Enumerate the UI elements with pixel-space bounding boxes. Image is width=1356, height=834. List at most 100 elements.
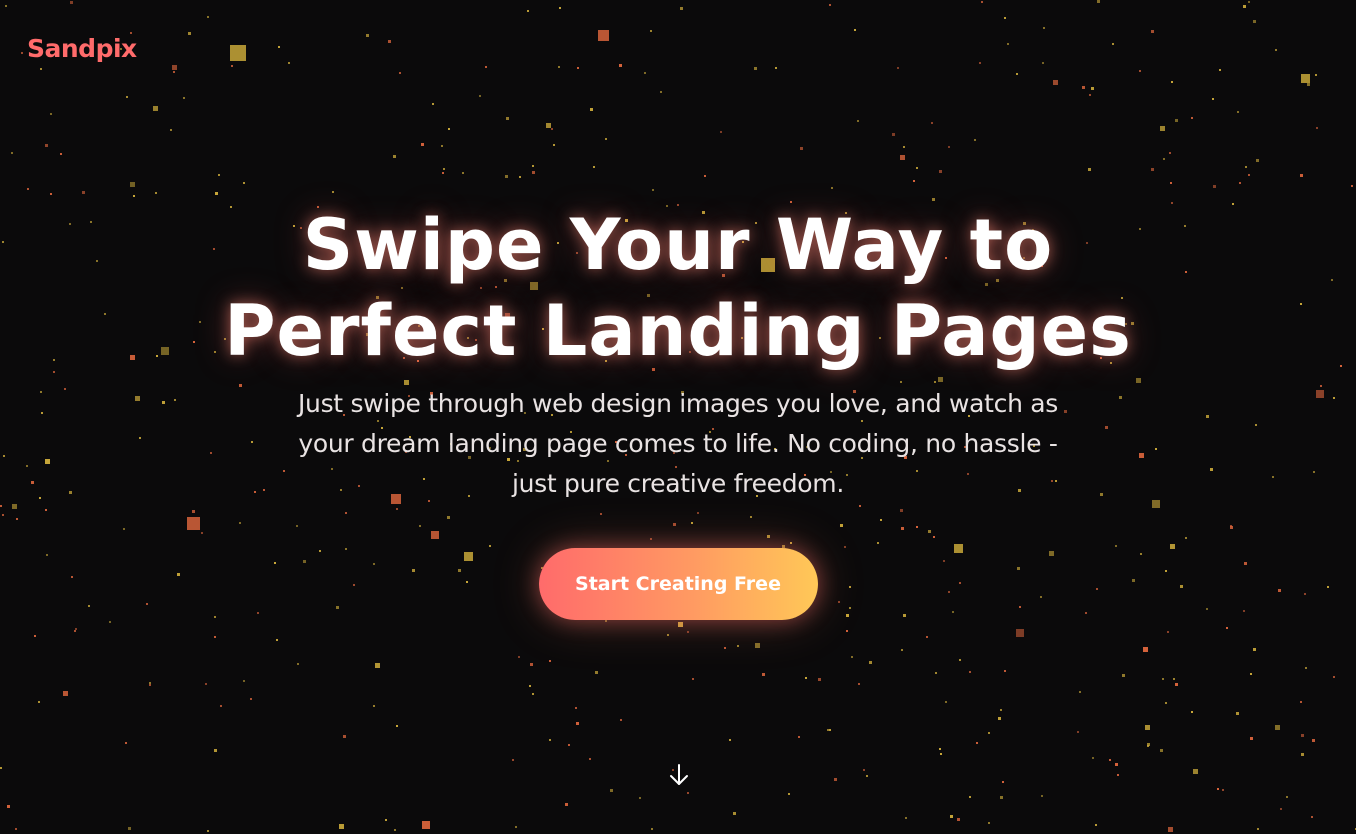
particle <box>530 663 533 666</box>
particle <box>639 797 641 799</box>
particle <box>598 30 609 41</box>
particle <box>50 113 52 115</box>
particle <box>729 739 731 741</box>
particle <box>651 828 653 830</box>
particle <box>866 775 868 777</box>
particle <box>945 701 947 703</box>
particle <box>969 671 971 673</box>
particle <box>70 1 73 4</box>
particle <box>1115 763 1118 766</box>
particle <box>1191 711 1193 713</box>
particle <box>593 166 595 168</box>
particle <box>1043 27 1045 29</box>
particle <box>1191 117 1193 119</box>
particle <box>576 722 579 725</box>
particle <box>109 621 111 623</box>
particle <box>650 30 652 32</box>
particle <box>800 147 803 150</box>
particle <box>432 103 434 105</box>
hero-section: Swipe Your Way to Perfect Landing Pages … <box>0 202 1356 620</box>
particle <box>373 705 375 707</box>
particle <box>45 144 48 147</box>
particle <box>1193 769 1198 774</box>
subtitle-line-1: Just swipe through web design images you… <box>297 389 1059 418</box>
particle <box>969 796 971 798</box>
particle <box>1143 647 1148 652</box>
particle <box>532 165 534 167</box>
start-creating-button[interactable]: Start Creating Free <box>538 548 818 620</box>
particle <box>775 67 777 69</box>
particle <box>1316 127 1318 129</box>
particle <box>1145 725 1150 730</box>
particle <box>1236 712 1239 715</box>
particle <box>1175 119 1178 122</box>
particle <box>485 66 487 68</box>
particle <box>276 639 278 641</box>
particle <box>733 812 736 815</box>
particle <box>998 717 1001 720</box>
arrow-down-icon[interactable] <box>666 762 692 788</box>
particle <box>1257 828 1259 830</box>
subtitle-line-3: just pure creative freedom. <box>511 469 845 498</box>
particle <box>1301 753 1304 756</box>
particle <box>462 172 464 174</box>
particle <box>214 636 216 638</box>
particle <box>931 122 933 124</box>
particle <box>979 62 981 64</box>
particle <box>7 805 10 808</box>
particle <box>595 671 598 674</box>
particle <box>805 677 807 679</box>
particle <box>343 735 346 738</box>
particle <box>297 663 299 665</box>
particle <box>126 96 128 98</box>
hero-subtitle: Just swipe through web design images you… <box>268 384 1088 504</box>
particle <box>1000 709 1002 711</box>
particle <box>1253 20 1256 23</box>
particle <box>558 66 560 68</box>
particle <box>518 656 520 658</box>
particle <box>913 180 915 182</box>
headline-line-2: Perfect Landing Pages <box>224 290 1132 372</box>
particle <box>553 144 555 146</box>
particle <box>1151 168 1154 171</box>
particle <box>575 707 577 709</box>
particle <box>205 683 207 685</box>
particle <box>851 656 853 658</box>
particle <box>396 725 398 727</box>
particle <box>385 819 387 821</box>
particle <box>565 803 568 806</box>
particle <box>288 62 290 64</box>
particle <box>1097 0 1100 3</box>
particle <box>892 133 895 136</box>
particle <box>1077 731 1079 733</box>
particle <box>1275 725 1280 730</box>
particle <box>857 120 859 122</box>
particle <box>818 678 821 681</box>
particle <box>932 198 935 201</box>
particle <box>829 4 831 6</box>
particle <box>905 817 907 819</box>
particle <box>215 192 218 195</box>
brand-logo[interactable]: Sandpix <box>27 34 137 63</box>
particle <box>549 739 551 741</box>
particle <box>546 123 551 128</box>
particle <box>619 64 622 67</box>
particle <box>519 176 521 178</box>
particle <box>900 155 905 160</box>
particle <box>1007 43 1009 45</box>
particle <box>394 829 396 831</box>
particle <box>605 138 607 140</box>
particle <box>1091 87 1094 90</box>
particle <box>218 174 220 176</box>
particle <box>1139 70 1141 72</box>
particle <box>1312 739 1315 742</box>
particle <box>1095 824 1097 826</box>
particle <box>1212 98 1214 100</box>
particle <box>1004 17 1006 19</box>
particle <box>422 821 430 829</box>
particle <box>1002 781 1004 783</box>
particle <box>660 91 662 93</box>
particle <box>755 643 760 648</box>
particle <box>940 753 942 755</box>
particle <box>332 191 334 193</box>
